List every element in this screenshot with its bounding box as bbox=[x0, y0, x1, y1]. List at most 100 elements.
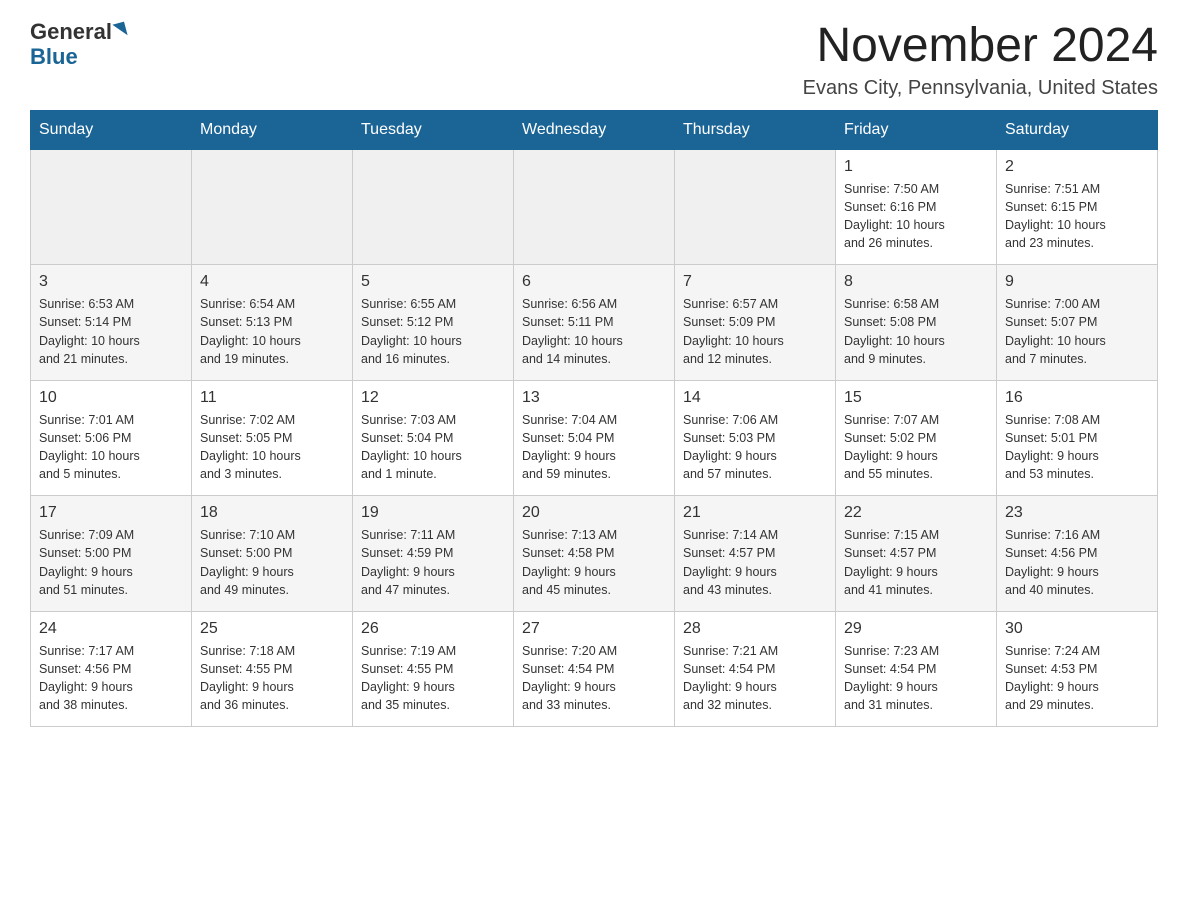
day-info: Sunrise: 7:15 AMSunset: 4:57 PMDaylight:… bbox=[844, 526, 988, 599]
calendar-cell: 1 Sunrise: 7:50 AMSunset: 6:16 PMDaylight… bbox=[836, 149, 997, 265]
day-info: Sunrise: 7:00 AMSunset: 5:07 PMDaylight:… bbox=[1005, 295, 1149, 368]
calendar-cell: 18 Sunrise: 7:10 AMSunset: 5:00 PMDayligh… bbox=[192, 496, 353, 612]
weekday-header-thursday: Thursday bbox=[675, 110, 836, 149]
day-info: Sunrise: 7:18 AMSunset: 4:55 PMDaylight:… bbox=[200, 642, 344, 715]
day-info: Sunrise: 7:24 AMSunset: 4:53 PMDaylight:… bbox=[1005, 642, 1149, 715]
day-info: Sunrise: 7:09 AMSunset: 5:00 PMDaylight:… bbox=[39, 526, 183, 599]
day-info: Sunrise: 7:21 AMSunset: 4:54 PMDaylight:… bbox=[683, 642, 827, 715]
day-info: Sunrise: 7:16 AMSunset: 4:56 PMDaylight:… bbox=[1005, 526, 1149, 599]
day-number: 22 bbox=[844, 504, 988, 522]
day-info: Sunrise: 7:01 AMSunset: 5:06 PMDaylight:… bbox=[39, 411, 183, 484]
title-area: November 2024 Evans City, Pennsylvania, … bbox=[803, 20, 1158, 100]
calendar-cell bbox=[675, 149, 836, 265]
day-info: Sunrise: 7:04 AMSunset: 5:04 PMDaylight:… bbox=[522, 411, 666, 484]
calendar-cell: 20Sunrise: 7:13 AMSunset: 4:58 PMDayligh… bbox=[514, 496, 675, 612]
calendar-cell: 6Sunrise: 6:56 AMSunset: 5:11 PMDaylight… bbox=[514, 265, 675, 381]
calendar-table: SundayMondayTuesdayWednesdayThursdayFrid… bbox=[30, 110, 1158, 728]
calendar-cell: 19 Sunrise: 7:11 AMSunset: 4:59 PMDayligh… bbox=[353, 496, 514, 612]
day-number: 2 bbox=[1005, 158, 1149, 176]
day-number: 30 bbox=[1005, 620, 1149, 638]
weekday-header-tuesday: Tuesday bbox=[353, 110, 514, 149]
day-number: 1 bbox=[844, 158, 988, 176]
calendar-cell bbox=[192, 149, 353, 265]
calendar-cell: 10 Sunrise: 7:01 AMSunset: 5:06 PMDayligh… bbox=[31, 380, 192, 496]
day-number: 19 bbox=[361, 504, 505, 522]
weekday-header-monday: Monday bbox=[192, 110, 353, 149]
calendar-cell: 13Sunrise: 7:04 AMSunset: 5:04 PMDayligh… bbox=[514, 380, 675, 496]
calendar-cell: 5 Sunrise: 6:55 AMSunset: 5:12 PMDaylight… bbox=[353, 265, 514, 381]
logo-name-part1: General bbox=[30, 20, 112, 44]
calendar-cell bbox=[31, 149, 192, 265]
calendar-cell: 15 Sunrise: 7:07 AMSunset: 5:02 PMDayligh… bbox=[836, 380, 997, 496]
day-number: 15 bbox=[844, 389, 988, 407]
day-number: 16 bbox=[1005, 389, 1149, 407]
day-number: 20 bbox=[522, 504, 666, 522]
day-number: 9 bbox=[1005, 273, 1149, 291]
calendar-cell: 29 Sunrise: 7:23 AMSunset: 4:54 PMDayligh… bbox=[836, 611, 997, 727]
day-info: Sunrise: 7:10 AMSunset: 5:00 PMDaylight:… bbox=[200, 526, 344, 599]
day-info: Sunrise: 7:17 AMSunset: 4:56 PMDaylight:… bbox=[39, 642, 183, 715]
day-number: 4 bbox=[200, 273, 344, 291]
calendar-cell: 27 Sunrise: 7:20 AMSunset: 4:54 PMDayligh… bbox=[514, 611, 675, 727]
calendar-cell: 12 Sunrise: 7:03 AMSunset: 5:04 PMDayligh… bbox=[353, 380, 514, 496]
day-number: 8 bbox=[844, 273, 988, 291]
day-info: Sunrise: 7:51 AMSunset: 6:15 PMDaylight:… bbox=[1005, 180, 1149, 253]
day-info: Sunrise: 7:06 AMSunset: 5:03 PMDaylight:… bbox=[683, 411, 827, 484]
day-info: Sunrise: 6:53 AMSunset: 5:14 PMDaylight:… bbox=[39, 295, 183, 368]
day-info: Sunrise: 7:50 AMSunset: 6:16 PMDaylight:… bbox=[844, 180, 988, 253]
weekday-header-sunday: Sunday bbox=[31, 110, 192, 149]
month-title: November 2024 bbox=[803, 20, 1158, 73]
location-title: Evans City, Pennsylvania, United States bbox=[803, 77, 1158, 100]
day-number: 11 bbox=[200, 389, 344, 407]
day-number: 3 bbox=[39, 273, 183, 291]
weekday-header-saturday: Saturday bbox=[997, 110, 1158, 149]
calendar-cell: 23 Sunrise: 7:16 AMSunset: 4:56 PMDayligh… bbox=[997, 496, 1158, 612]
day-number: 5 bbox=[361, 273, 505, 291]
calendar-cell: 3 Sunrise: 6:53 AMSunset: 5:14 PMDaylight… bbox=[31, 265, 192, 381]
logo: General Blue bbox=[30, 20, 126, 70]
day-number: 14 bbox=[683, 389, 827, 407]
page-header: General Blue November 2024 Evans City, P… bbox=[30, 20, 1158, 100]
day-number: 18 bbox=[200, 504, 344, 522]
calendar-week-1: 1 Sunrise: 7:50 AMSunset: 6:16 PMDaylight… bbox=[31, 149, 1158, 265]
weekday-header-wednesday: Wednesday bbox=[514, 110, 675, 149]
day-number: 29 bbox=[844, 620, 988, 638]
calendar-week-5: 24 Sunrise: 7:17 AMSunset: 4:56 PMDayligh… bbox=[31, 611, 1158, 727]
day-info: Sunrise: 7:14 AMSunset: 4:57 PMDaylight:… bbox=[683, 526, 827, 599]
day-number: 12 bbox=[361, 389, 505, 407]
day-number: 27 bbox=[522, 620, 666, 638]
calendar-cell: 28Sunrise: 7:21 AMSunset: 4:54 PMDayligh… bbox=[675, 611, 836, 727]
weekday-header-row: SundayMondayTuesdayWednesdayThursdayFrid… bbox=[31, 110, 1158, 149]
day-info: Sunrise: 7:23 AMSunset: 4:54 PMDaylight:… bbox=[844, 642, 988, 715]
calendar-cell: 7Sunrise: 6:57 AMSunset: 5:09 PMDaylight… bbox=[675, 265, 836, 381]
day-number: 23 bbox=[1005, 504, 1149, 522]
day-info: Sunrise: 7:08 AMSunset: 5:01 PMDaylight:… bbox=[1005, 411, 1149, 484]
calendar-cell: 24 Sunrise: 7:17 AMSunset: 4:56 PMDayligh… bbox=[31, 611, 192, 727]
calendar-cell: 26 Sunrise: 7:19 AMSunset: 4:55 PMDayligh… bbox=[353, 611, 514, 727]
day-number: 10 bbox=[39, 389, 183, 407]
day-info: Sunrise: 7:20 AMSunset: 4:54 PMDaylight:… bbox=[522, 642, 666, 715]
calendar-header: SundayMondayTuesdayWednesdayThursdayFrid… bbox=[31, 110, 1158, 149]
calendar-cell: 17 Sunrise: 7:09 AMSunset: 5:00 PMDayligh… bbox=[31, 496, 192, 612]
calendar-cell: 8Sunrise: 6:58 AMSunset: 5:08 PMDaylight… bbox=[836, 265, 997, 381]
day-info: Sunrise: 6:56 AMSunset: 5:11 PMDaylight:… bbox=[522, 295, 666, 368]
day-number: 24 bbox=[39, 620, 183, 638]
day-info: Sunrise: 6:54 AMSunset: 5:13 PMDaylight:… bbox=[200, 295, 344, 368]
calendar-cell: 21Sunrise: 7:14 AMSunset: 4:57 PMDayligh… bbox=[675, 496, 836, 612]
day-info: Sunrise: 7:07 AMSunset: 5:02 PMDaylight:… bbox=[844, 411, 988, 484]
day-info: Sunrise: 7:11 AMSunset: 4:59 PMDaylight:… bbox=[361, 526, 505, 599]
calendar-week-2: 3 Sunrise: 6:53 AMSunset: 5:14 PMDaylight… bbox=[31, 265, 1158, 381]
day-info: Sunrise: 7:19 AMSunset: 4:55 PMDaylight:… bbox=[361, 642, 505, 715]
calendar-cell: 11Sunrise: 7:02 AMSunset: 5:05 PMDayligh… bbox=[192, 380, 353, 496]
calendar-cell bbox=[353, 149, 514, 265]
logo-arrow-icon bbox=[112, 22, 127, 39]
day-info: Sunrise: 6:57 AMSunset: 5:09 PMDaylight:… bbox=[683, 295, 827, 368]
logo-name-part2: Blue bbox=[30, 44, 78, 69]
day-number: 26 bbox=[361, 620, 505, 638]
day-number: 17 bbox=[39, 504, 183, 522]
day-info: Sunrise: 6:55 AMSunset: 5:12 PMDaylight:… bbox=[361, 295, 505, 368]
calendar-cell: 22 Sunrise: 7:15 AMSunset: 4:57 PMDayligh… bbox=[836, 496, 997, 612]
calendar-cell: 25 Sunrise: 7:18 AMSunset: 4:55 PMDayligh… bbox=[192, 611, 353, 727]
day-number: 25 bbox=[200, 620, 344, 638]
day-info: Sunrise: 7:03 AMSunset: 5:04 PMDaylight:… bbox=[361, 411, 505, 484]
